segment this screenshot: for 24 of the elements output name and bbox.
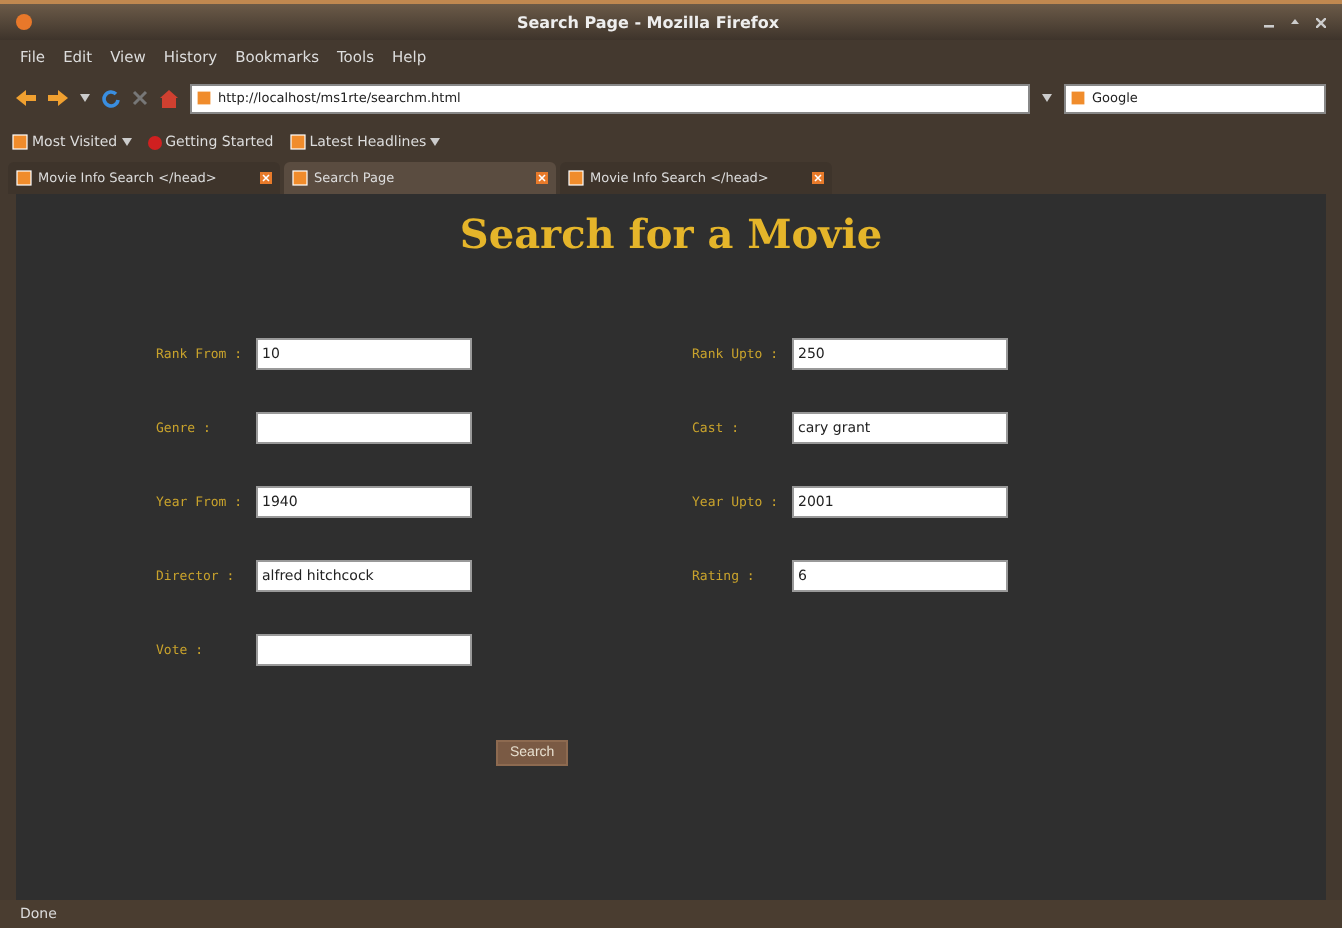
page-icon xyxy=(16,170,32,186)
folder-icon xyxy=(12,134,28,150)
reload-icon[interactable] xyxy=(102,89,120,107)
window-title: Search Page - Mozilla Firefox xyxy=(514,13,782,31)
maximize-icon[interactable] xyxy=(1290,17,1300,27)
dot-icon xyxy=(147,135,162,149)
folder-icon xyxy=(289,134,306,150)
browser-logo-icon xyxy=(16,14,32,30)
caret-icon xyxy=(1042,94,1052,102)
input-field[interactable] xyxy=(256,412,472,444)
caret-icon xyxy=(430,138,441,146)
page-heading: Search for a Movie xyxy=(459,210,883,258)
forward-icon[interactable] xyxy=(48,90,68,106)
caret-icon xyxy=(121,138,132,146)
site-icon xyxy=(196,90,212,106)
page-icon xyxy=(568,170,584,186)
stop-icon[interactable] xyxy=(132,90,148,106)
search-engine-icon xyxy=(1070,90,1086,106)
page-icon xyxy=(292,170,308,186)
close-icon[interactable] xyxy=(1316,17,1326,27)
back-icon[interactable] xyxy=(16,90,36,106)
input-field[interactable] xyxy=(256,634,472,666)
caret-icon xyxy=(80,94,90,102)
home-icon[interactable] xyxy=(160,89,178,107)
